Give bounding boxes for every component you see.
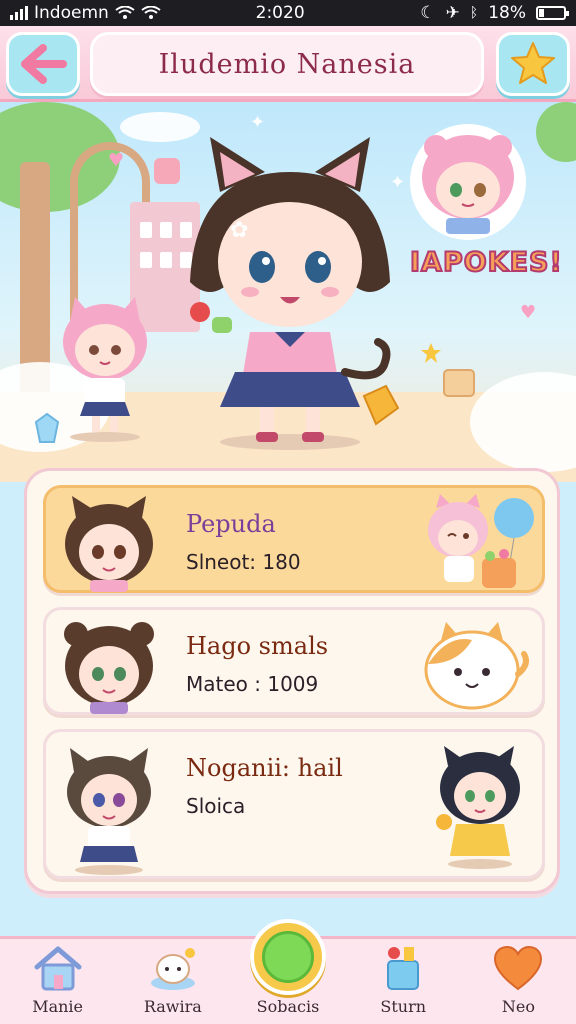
carrier-label: Indoemn xyxy=(34,3,109,23)
pink-cat-character-icon xyxy=(428,494,534,588)
star-icon xyxy=(511,42,555,84)
moon-icon: ☾ xyxy=(420,3,436,23)
avatar xyxy=(65,496,153,592)
avatar xyxy=(64,622,154,714)
back-arrow-icon xyxy=(21,44,67,84)
list-item[interactable]: Hago smals Mateo : 1009 xyxy=(43,607,545,715)
list-item-score: Mateo : 1009 xyxy=(186,672,319,696)
nav-item-play[interactable]: Sobacis xyxy=(230,919,345,1024)
nav-label: Rawira xyxy=(143,997,202,1016)
character-list-panel: Pepuda Slneot: 180 Hago smals Mateo : 10… xyxy=(24,468,560,894)
airplane-icon: ✈ xyxy=(445,3,460,23)
status-time: 2:020 xyxy=(255,3,305,23)
orange-cat-pet-icon xyxy=(424,622,529,710)
pet-icon xyxy=(150,948,195,990)
avatar xyxy=(67,748,151,875)
nav-label: Sobacis xyxy=(256,997,320,1016)
list-item-score: Sloica xyxy=(186,794,246,818)
svg-text:✿: ✿ xyxy=(230,218,248,243)
title-banner: Iludemio Nanesia xyxy=(90,32,484,96)
game-scene: ✦ ✦ ♥ ♥ ✿ IAPOKES! xyxy=(0,102,576,482)
gem-icon xyxy=(34,412,60,443)
list-item-name: Hago smals xyxy=(186,632,329,660)
tree-decoration xyxy=(536,102,576,162)
scene-badge: IAPOKES! xyxy=(409,246,563,279)
heart-icon: ♥ xyxy=(108,150,125,171)
shop-cup-icon xyxy=(387,947,420,990)
bluetooth-icon: ᛒ xyxy=(469,5,479,21)
candy-box-icon xyxy=(443,369,475,397)
list-item-score: Slneot: 180 xyxy=(186,550,301,574)
back-button[interactable] xyxy=(6,32,80,96)
nav-label: Sturn xyxy=(380,997,427,1016)
wifi-icon xyxy=(141,6,161,19)
nav-item-shop[interactable]: Sturn xyxy=(346,939,461,1024)
list-item[interactable]: Pepuda Slneot: 180 xyxy=(43,485,545,593)
header: Iludemio Nanesia xyxy=(0,26,576,102)
pink-cat-girl-character[interactable] xyxy=(50,292,160,442)
status-bar: Indoemn 2:020 ☾ ✈ ᛒ 18% xyxy=(0,0,576,26)
heart-icon: ♥ xyxy=(520,302,537,323)
nav-item-favorites[interactable]: Neo xyxy=(461,939,576,1024)
nav-label: Manie xyxy=(32,997,83,1016)
wifi-icon xyxy=(115,6,135,19)
sparkle-icon: ✦ xyxy=(250,112,266,133)
page-title: Iludemio Nanesia xyxy=(158,48,416,80)
nav-item-pets[interactable]: Rawira xyxy=(115,939,230,1024)
play-orb-icon xyxy=(250,919,326,995)
battery-label: 18% xyxy=(488,3,526,23)
list-item[interactable]: Noganii: hail Sloica xyxy=(43,729,545,879)
heart-icon xyxy=(494,945,543,991)
favorite-button[interactable] xyxy=(496,32,570,96)
battery-icon xyxy=(536,6,569,20)
nav-item-home[interactable]: Manie xyxy=(0,939,115,1024)
pink-hair-portrait[interactable] xyxy=(408,122,528,242)
black-cat-girl-icon xyxy=(436,746,520,869)
candy-item-icon xyxy=(154,158,180,184)
nav-label: Neo xyxy=(501,997,535,1016)
list-item-name: Noganii: hail xyxy=(186,754,343,782)
candy-item-icon[interactable] xyxy=(356,382,402,428)
bottom-nav: Manie Rawira Sobacis Sturn Neo xyxy=(0,919,576,1024)
home-icon xyxy=(34,946,82,991)
list-item-name: Pepuda xyxy=(186,510,276,538)
signal-icon xyxy=(10,6,28,20)
star-icon xyxy=(421,343,441,363)
